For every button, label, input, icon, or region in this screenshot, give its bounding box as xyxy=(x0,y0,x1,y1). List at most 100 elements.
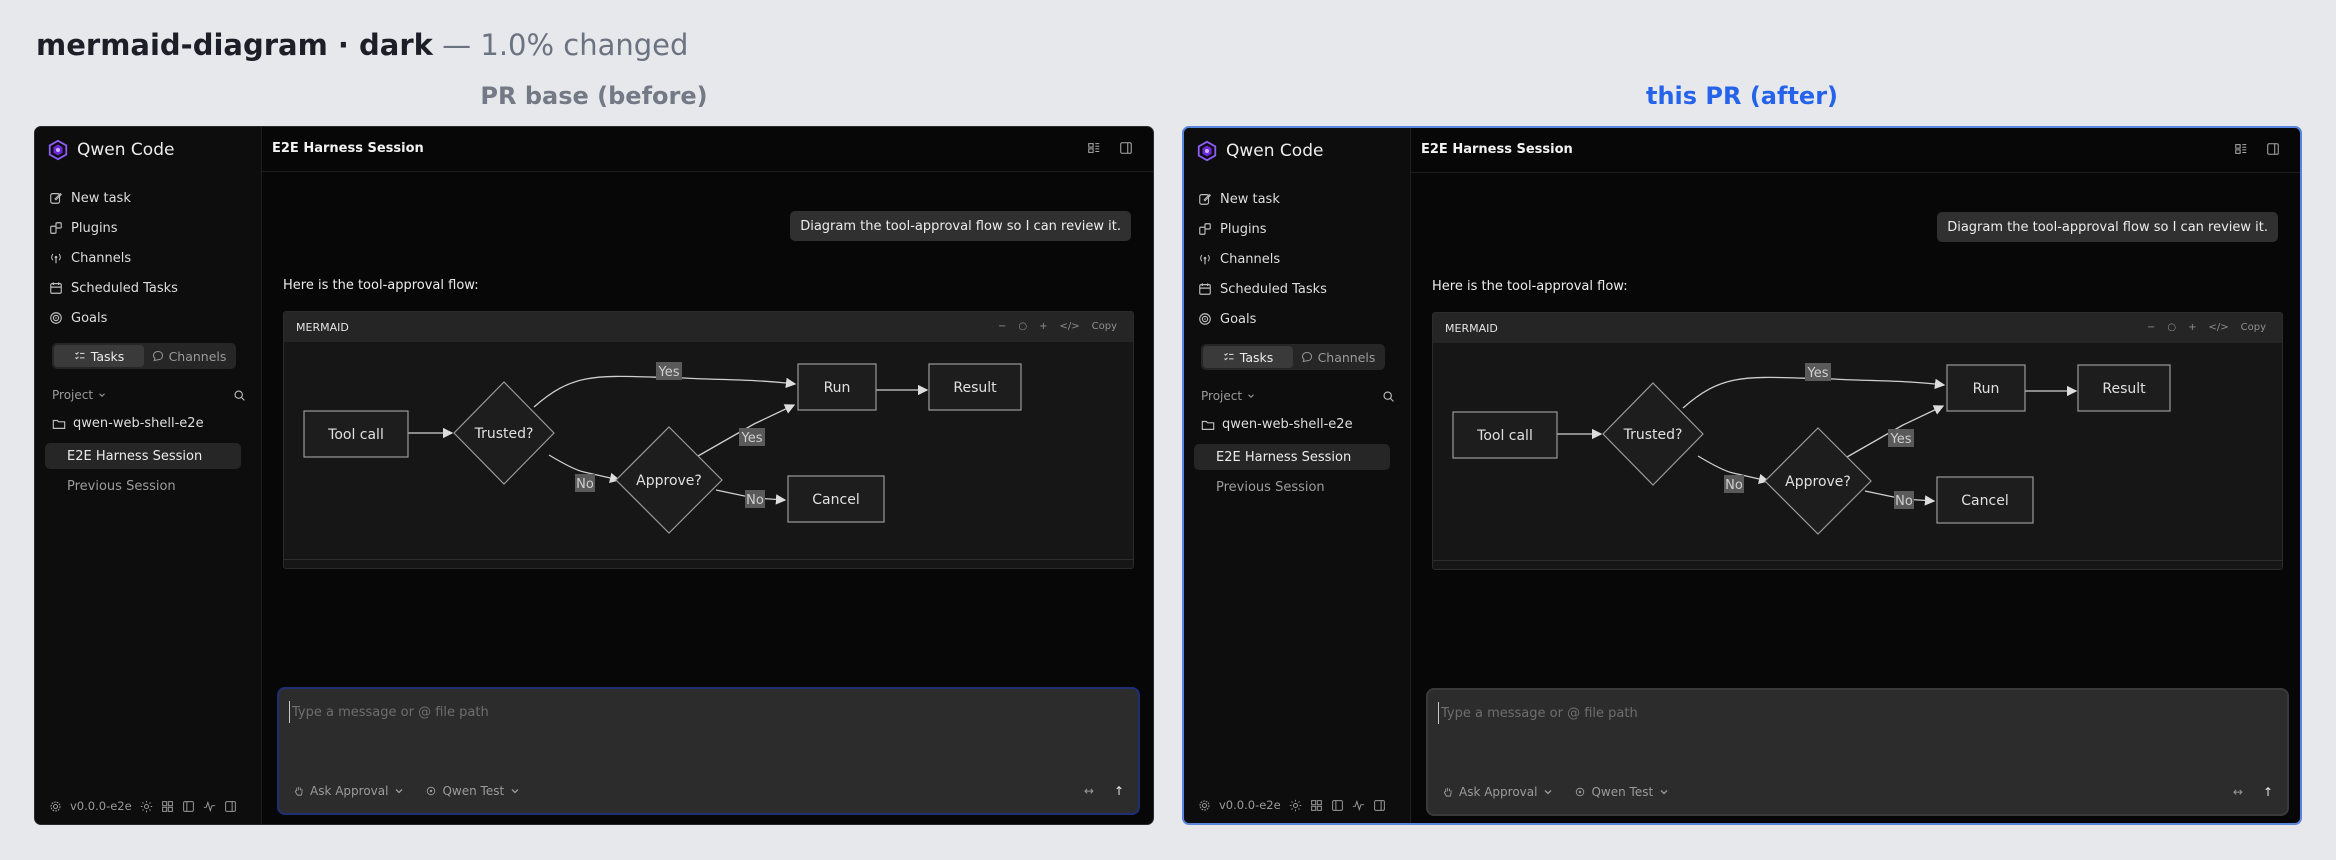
view-source-button[interactable]: </> xyxy=(1059,321,1079,332)
panel-toggle-icon[interactable] xyxy=(2266,142,2280,156)
copy-button[interactable]: Copy xyxy=(2241,322,2266,333)
project-label: Project xyxy=(52,388,94,402)
node-trusted-label: Trusted? xyxy=(474,426,534,442)
sidebar-icon[interactable] xyxy=(182,800,195,813)
columns-icon[interactable] xyxy=(1087,141,1101,155)
project-dropdown[interactable]: Project xyxy=(1201,389,1256,403)
nav-plugins-label: Plugins xyxy=(71,220,118,236)
activity-icon[interactable] xyxy=(1352,799,1365,812)
zoom-in-button[interactable]: + xyxy=(1039,321,1047,332)
expand-button[interactable]: ↔ xyxy=(2233,785,2243,799)
grid-icon[interactable] xyxy=(161,800,174,813)
grid-icon[interactable] xyxy=(1310,799,1323,812)
after-panel-label: this PR (after) xyxy=(1645,82,1838,110)
nav-channels[interactable]: Channels xyxy=(49,247,131,269)
mermaid-diagram: Tool call Trusted? Approve? Run Result C… xyxy=(303,362,1022,534)
layout-icon[interactable] xyxy=(1373,799,1386,812)
brand[interactable]: Qwen Code xyxy=(47,137,174,163)
sidebar-icon[interactable] xyxy=(1331,799,1344,812)
columns-icon[interactable] xyxy=(2234,142,2248,156)
session-item-active[interactable]: E2E Harness Session xyxy=(1194,444,1390,470)
model-dropdown[interactable]: Qwen Test xyxy=(1574,785,1670,799)
gear-icon[interactable] xyxy=(49,800,62,813)
project-row: Project xyxy=(1201,386,1395,406)
session-item-active[interactable]: E2E Harness Session xyxy=(45,443,241,469)
send-button[interactable]: ↑ xyxy=(2263,785,2273,799)
edge-label-yes: Yes xyxy=(741,431,763,446)
chevron-down-icon xyxy=(99,393,105,398)
model-dropdown[interactable]: Qwen Test xyxy=(425,784,521,798)
zoom-in-button[interactable]: + xyxy=(2188,322,2196,333)
before-screenshot-frame: Qwen Code New task Plugins Channels Sche… xyxy=(34,126,1154,825)
hand-icon xyxy=(1443,787,1452,797)
node-result-label: Result xyxy=(953,380,997,396)
nav-goals[interactable]: Goals xyxy=(49,307,107,329)
approval-mode-label: Ask Approval xyxy=(1459,785,1538,799)
reset-zoom-button[interactable]: ○ xyxy=(2167,322,2176,333)
tab-tasks[interactable]: Tasks xyxy=(54,345,144,367)
copy-button[interactable]: Copy xyxy=(1092,321,1117,332)
message-input[interactable] xyxy=(289,701,1109,723)
session-item-previous[interactable]: Previous Session xyxy=(45,473,241,499)
nav-new-task[interactable]: New task xyxy=(49,187,131,209)
model-label: Qwen Test xyxy=(1591,785,1654,799)
layout-icon[interactable] xyxy=(224,800,237,813)
node-approve-label: Approve? xyxy=(1785,474,1851,490)
user-message-text: Diagram the tool-approval flow so I can … xyxy=(800,218,1121,234)
sun-icon[interactable] xyxy=(1289,799,1302,812)
composer-footer: Ask Approval Qwen Test ↔ ↑ xyxy=(293,781,1124,801)
node-tool-call-label: Tool call xyxy=(327,427,384,443)
code-block-header: MERMAID − ○ + </> Copy xyxy=(1433,313,2282,343)
tab-tasks-label: Tasks xyxy=(90,348,125,364)
project-folder[interactable]: qwen-web-shell-e2e xyxy=(1201,417,1353,432)
activity-icon[interactable] xyxy=(203,800,216,813)
nav-channels[interactable]: Channels xyxy=(1198,248,1280,270)
node-trusted-label: Trusted? xyxy=(1623,427,1683,443)
nav-new-task[interactable]: New task xyxy=(1198,188,1280,210)
session-item-previous[interactable]: Previous Session xyxy=(1194,474,1390,500)
project-folder[interactable]: qwen-web-shell-e2e xyxy=(52,416,204,431)
node-tool-call-label: Tool call xyxy=(1476,428,1533,444)
nav-scheduled-tasks[interactable]: Scheduled Tasks xyxy=(49,277,178,299)
user-message-text: Diagram the tool-approval flow so I can … xyxy=(1947,219,2268,235)
message-input[interactable] xyxy=(1438,702,2258,724)
tab-channels[interactable]: Channels xyxy=(144,345,234,367)
tab-tasks[interactable]: Tasks xyxy=(1203,346,1293,368)
brand[interactable]: Qwen Code xyxy=(1196,138,1323,164)
view-source-button[interactable]: </> xyxy=(2208,322,2228,333)
nav-scheduled-tasks[interactable]: Scheduled Tasks xyxy=(1198,278,1327,300)
chevron-down-icon xyxy=(396,789,403,794)
nav-plugins[interactable]: Plugins xyxy=(1198,218,1267,240)
edge-label-no: No xyxy=(1895,494,1913,509)
sidebar: Qwen Code New task Plugins Channels Sche… xyxy=(35,127,262,824)
project-dropdown[interactable]: Project xyxy=(52,388,107,402)
approval-mode-dropdown[interactable]: Ask Approval xyxy=(1442,785,1554,799)
assistant-message: Here is the tool-approval flow: xyxy=(1432,279,1628,294)
search-icon[interactable] xyxy=(233,389,246,402)
zoom-out-button[interactable]: − xyxy=(998,321,1006,332)
version-label: v0.0.0-e2e xyxy=(1219,798,1281,812)
zoom-out-button[interactable]: − xyxy=(2147,322,2155,333)
project-folder-name: qwen-web-shell-e2e xyxy=(73,416,204,431)
reset-zoom-button[interactable]: ○ xyxy=(1018,321,1027,332)
nav-plugins[interactable]: Plugins xyxy=(49,217,118,239)
expand-button[interactable]: ↔ xyxy=(1084,784,1094,798)
edge-label-no: No xyxy=(746,493,764,508)
folder-icon xyxy=(1201,420,1215,430)
edge-label-yes: Yes xyxy=(658,365,680,380)
page-title: mermaid-diagram · dark — 1.0% changed xyxy=(36,28,688,62)
nav-goals[interactable]: Goals xyxy=(1198,308,1256,330)
approval-mode-dropdown[interactable]: Ask Approval xyxy=(293,784,405,798)
tab-channels-label: Channels xyxy=(1317,349,1376,365)
project-label: Project xyxy=(1201,389,1243,403)
sun-icon[interactable] xyxy=(140,800,153,813)
code-language-label: MERMAID xyxy=(296,321,349,334)
panel-toggle-icon[interactable] xyxy=(1119,141,1133,155)
search-icon[interactable] xyxy=(1382,390,1395,403)
user-message: Diagram the tool-approval flow so I can … xyxy=(1937,212,2278,242)
gear-icon[interactable] xyxy=(1198,799,1211,812)
header-actions xyxy=(1087,141,1133,155)
send-button[interactable]: ↑ xyxy=(1114,784,1124,798)
page-title-main: mermaid-diagram · dark xyxy=(36,28,433,62)
tab-channels[interactable]: Channels xyxy=(1293,346,1383,368)
